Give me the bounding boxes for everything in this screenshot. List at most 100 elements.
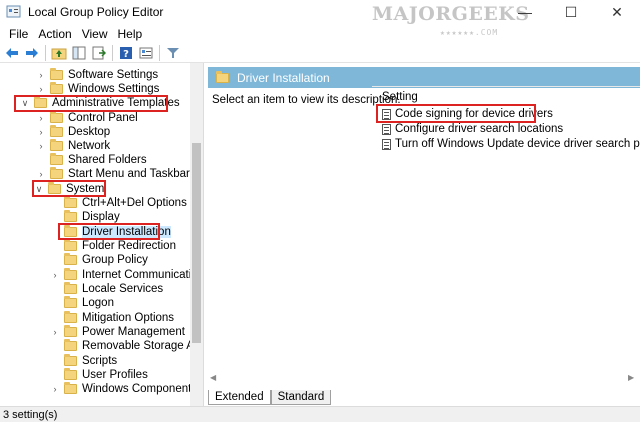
menu-file[interactable]: File (4, 27, 33, 41)
toolbar-separator (112, 44, 113, 61)
highlight-box (14, 95, 168, 112)
menu-bar: File Action View Help (0, 24, 640, 44)
folder-icon (64, 382, 77, 394)
filter-icon[interactable] (164, 44, 182, 62)
group-policy-app-icon (6, 4, 22, 20)
up-folder-icon[interactable] (50, 44, 68, 62)
scroll-left-icon[interactable]: ◀ (210, 373, 216, 382)
tree-item-network[interactable]: › Network (36, 139, 110, 153)
folder-icon (64, 253, 77, 265)
column-header-setting[interactable]: Setting (382, 91, 418, 103)
window-title: Local Group Policy Editor (28, 5, 164, 19)
details-header-title: Driver Installation (237, 70, 330, 85)
menu-help[interactable]: Help (113, 27, 148, 41)
folder-icon (50, 82, 63, 94)
details-header: Driver Installation (208, 67, 640, 88)
policy-setting-icon (382, 123, 391, 135)
status-bar: 3 setting(s) (0, 406, 640, 422)
chevron-right-icon[interactable]: › (50, 270, 60, 280)
tree-item-logon[interactable]: Logon (50, 296, 114, 310)
scrollbar-thumb[interactable] (192, 143, 201, 343)
tree-item-folder-redirection[interactable]: Folder Redirection (50, 239, 176, 253)
folder-icon (64, 239, 77, 251)
tree-item-power-management[interactable]: › Power Management (50, 325, 185, 339)
folder-icon (64, 210, 77, 222)
export-list-icon[interactable] (90, 44, 108, 62)
folder-icon (50, 167, 63, 179)
tree-item-internet-communication[interactable]: › Internet Communication (50, 268, 203, 282)
highlight-box (376, 104, 536, 123)
tab-extended[interactable]: Extended (208, 390, 271, 405)
tree-item-windows-components[interactable]: › Windows Components (50, 382, 197, 396)
tree-item-scripts[interactable]: Scripts (50, 354, 117, 368)
tree-item-locale-services[interactable]: Locale Services (50, 282, 163, 296)
chevron-right-icon[interactable]: › (36, 169, 46, 179)
back-arrow-icon[interactable] (3, 44, 21, 62)
scroll-right-icon[interactable]: ▶ (628, 373, 634, 382)
chevron-right-icon[interactable]: › (36, 127, 46, 137)
folder-icon (64, 354, 77, 366)
tree-item-control-panel[interactable]: › Control Panel (36, 111, 138, 125)
minimize-button[interactable]: — (502, 0, 548, 24)
setting-label: Configure driver search locations (395, 123, 564, 135)
folder-icon (64, 368, 77, 380)
folder-icon (50, 68, 63, 80)
setting-row[interactable]: Turn off Windows Update device driver se… (382, 137, 640, 151)
folder-icon (64, 268, 77, 280)
maximize-button[interactable]: ☐ (548, 0, 594, 24)
tree-item-shared-folders[interactable]: Shared Folders (36, 153, 147, 167)
menu-action[interactable]: Action (33, 27, 76, 41)
tree-item-ctrl-alt-del-options[interactable]: Ctrl+Alt+Del Options (50, 196, 187, 210)
svg-text:?: ? (123, 49, 129, 60)
policy-setting-icon (382, 138, 391, 150)
folder-icon (50, 139, 63, 151)
details-hscroll[interactable]: ◀ ▶ (208, 373, 640, 385)
folder-icon (50, 125, 63, 137)
chevron-right-icon[interactable]: › (36, 141, 46, 151)
console-tree: › Software Settings › Windows Settings ∨ Ad… (0, 63, 204, 406)
toolbar-separator (45, 44, 46, 61)
tree-item-display[interactable]: Display (50, 210, 120, 224)
folder-icon (64, 282, 77, 294)
setting-label: Turn off Windows Update device driver se… (395, 138, 640, 150)
tree-item-mitigation-options[interactable]: Mitigation Options (50, 311, 174, 325)
highlight-box (32, 180, 106, 197)
forward-arrow-icon[interactable] (23, 44, 41, 62)
folder-icon (64, 311, 77, 323)
show-hide-tree-icon[interactable] (70, 44, 88, 62)
details-pane: Driver Installation Select an item to vi… (208, 63, 640, 389)
toolbar: ? (0, 43, 640, 63)
tree-item-software-settings[interactable]: › Software Settings (36, 68, 158, 82)
tree-item-windows-settings[interactable]: › Windows Settings (36, 82, 159, 96)
chevron-spacer: › (53, 327, 57, 337)
help-icon[interactable]: ? (117, 44, 135, 62)
properties-icon[interactable] (137, 44, 155, 62)
folder-icon (50, 111, 63, 123)
view-tabs: Extended Standard (208, 387, 332, 405)
toolbar-separator (159, 44, 160, 61)
tree-item-user-profiles[interactable]: User Profiles (50, 368, 148, 382)
status-text: 3 setting(s) (3, 408, 58, 421)
chevron-right-icon[interactable]: › (36, 84, 46, 94)
tree-item-removable-storage-access[interactable]: Removable Storage Acces (50, 339, 203, 353)
folder-icon (64, 325, 77, 337)
tree-item-start-menu-taskbar[interactable]: › Start Menu and Taskbar (36, 167, 190, 181)
folder-icon (64, 196, 77, 208)
chevron-right-icon[interactable]: › (36, 113, 46, 123)
column-divider (372, 86, 640, 87)
folder-icon (50, 153, 63, 165)
close-button[interactable]: ✕ (594, 0, 640, 24)
menu-view[interactable]: View (77, 27, 113, 41)
folder-icon (64, 296, 77, 308)
chevron-right-icon[interactable]: › (50, 384, 60, 394)
highlight-box (58, 223, 160, 240)
folder-icon (64, 339, 77, 351)
tree-item-desktop[interactable]: › Desktop (36, 125, 110, 139)
chevron-right-icon[interactable]: › (36, 70, 46, 80)
tree-scrollbar[interactable] (190, 63, 203, 406)
setting-row[interactable]: Configure driver search locations (382, 122, 563, 136)
description-text: Select an item to view its description. (212, 94, 401, 106)
folder-icon (216, 70, 229, 83)
tab-standard[interactable]: Standard (270, 390, 332, 405)
tree-item-group-policy[interactable]: Group Policy (50, 253, 148, 267)
